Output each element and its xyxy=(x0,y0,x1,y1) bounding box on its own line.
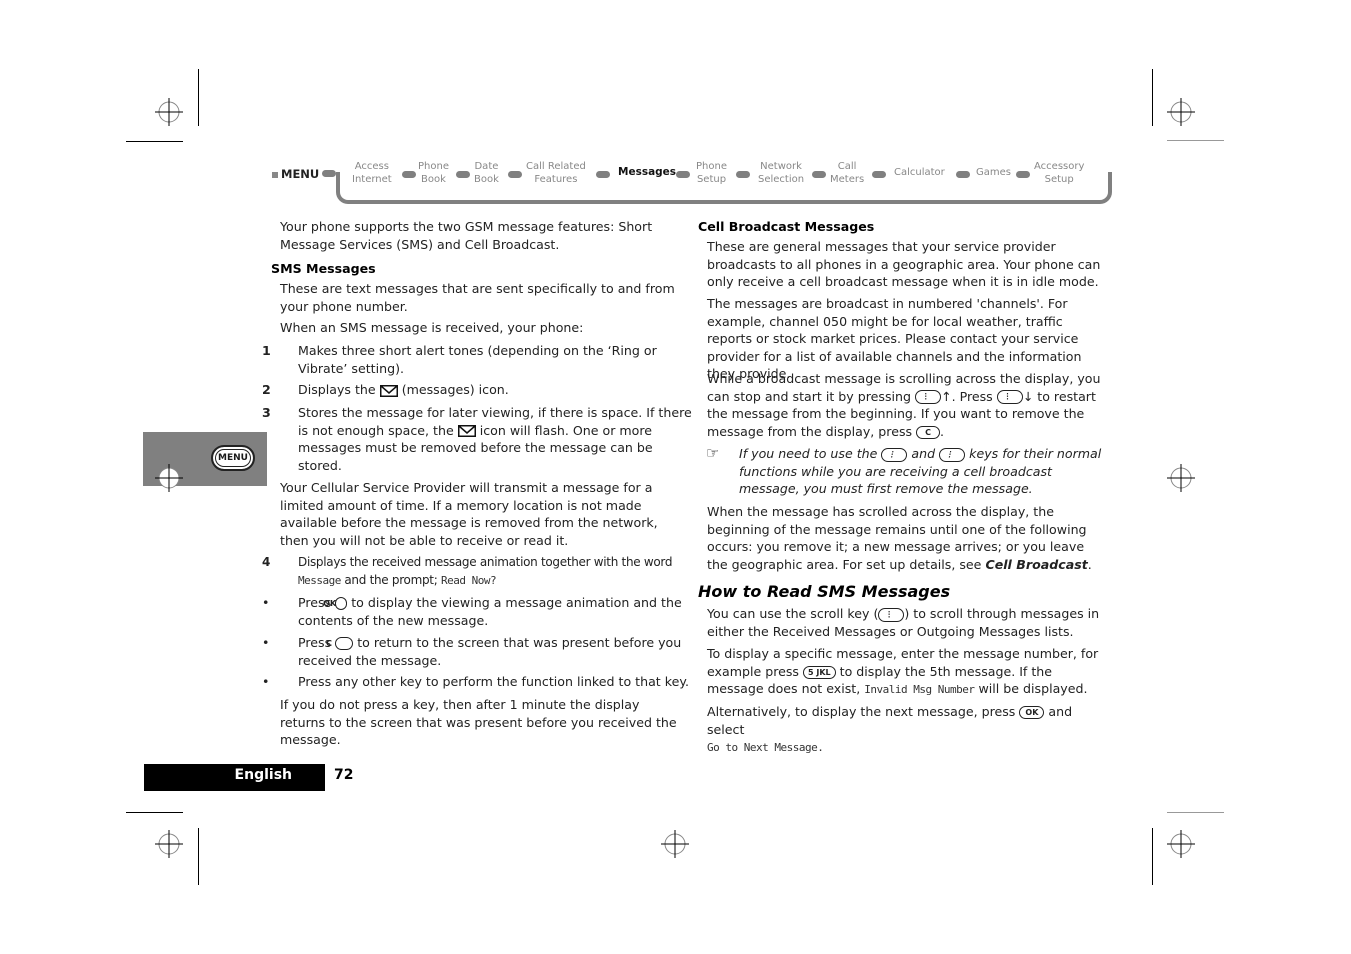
display-text-go-to-next-message: Go to Next Message. xyxy=(707,741,824,755)
bullet-item: • Press any other key to perform the func… xyxy=(262,674,690,689)
scroll-key-icon xyxy=(996,388,1023,406)
nav-item-call-related-features[interactable]: Call Related Features xyxy=(524,160,588,186)
nav-item-calculator[interactable]: Calculator xyxy=(892,166,947,179)
nav-connector xyxy=(402,171,416,178)
nav-connector xyxy=(1016,171,1030,178)
registration-mark-icon xyxy=(1167,464,1195,492)
nav-item-phone-book[interactable]: Phone Book xyxy=(416,160,451,186)
crop-mark xyxy=(126,141,183,142)
note-paragraph: If you need to use the and keys for thei… xyxy=(739,445,1109,498)
nav-connector xyxy=(676,171,690,178)
step-1: 1 Makes three short alert tones (dependin… xyxy=(262,343,657,376)
nav-connector xyxy=(736,171,750,178)
footer-language-bar: English xyxy=(144,764,325,791)
envelope-icon xyxy=(457,425,476,438)
nav-item-call-meters[interactable]: Call Meters xyxy=(828,160,867,186)
nav-item-games[interactable]: Games xyxy=(974,166,1013,179)
scrolling-paragraph: While a broadcast message is scrolling a… xyxy=(707,370,1107,440)
crop-mark xyxy=(1167,140,1224,141)
step-3: 3 Stores the message for later viewing, i… xyxy=(262,405,692,473)
nav-connector xyxy=(596,171,610,178)
scroll-key-icon xyxy=(939,446,966,463)
crop-mark xyxy=(1152,69,1153,126)
scrolled-paragraph: When the message has scrolled across the… xyxy=(707,504,1092,572)
timeout-paragraph: If you do not press a key, then after 1 … xyxy=(280,697,677,748)
envelope-icon xyxy=(379,384,398,397)
cell-broadcast-link[interactable]: Cell Broadcast xyxy=(985,557,1087,572)
5-key-icon: 5 JKL xyxy=(803,665,836,679)
intro-paragraph: Your phone supports the two GSM message … xyxy=(280,219,653,252)
footer-language: English xyxy=(234,767,292,783)
crop-mark xyxy=(126,812,183,813)
nav-item-messages[interactable]: Messages xyxy=(616,166,679,179)
sms-heading: SMS Messages xyxy=(271,261,376,276)
display-text-invalid-msg-number: Invalid Msg Number xyxy=(864,683,975,697)
how-to-read-heading: How to Read SMS Messages xyxy=(698,582,951,601)
ok-key-icon: OK xyxy=(323,597,348,610)
display-text-read-now: Read Now? xyxy=(440,573,497,587)
page-number: 72 xyxy=(334,767,354,783)
provider-paragraph: Your Cellular Service Provider will tran… xyxy=(280,480,658,548)
step-2: 2 Displays the (messages) icon. xyxy=(262,382,509,397)
cell-broadcast-heading: Cell Broadcast Messages xyxy=(698,219,875,234)
scroll-key-icon xyxy=(881,446,908,463)
nav-item-network-selection[interactable]: Network Selection xyxy=(756,160,807,186)
step-4: 4 Displays the received message animation… xyxy=(262,555,673,587)
ok-key-icon: OK xyxy=(1019,706,1045,719)
nav-item-access-internet[interactable]: Access Internet xyxy=(350,160,394,186)
crop-mark xyxy=(198,69,199,126)
registration-mark-icon xyxy=(155,830,183,858)
bullet-item: • Press C to return to the screen that wa… xyxy=(262,635,682,668)
nav-connector xyxy=(322,170,336,177)
nav-connector xyxy=(956,171,970,178)
scroll-key-icon xyxy=(915,388,942,406)
scroll-key-icon xyxy=(878,606,905,623)
scroll-key-paragraph: You can use the scroll key () to scroll … xyxy=(707,605,1107,640)
display-text-message: Message xyxy=(298,573,341,587)
menu-key-icon: MENU xyxy=(211,445,255,471)
registration-mark-icon xyxy=(661,830,689,858)
nav-item-date-book[interactable]: Date Book xyxy=(472,160,501,186)
menu-navigation-bar: MENU Access Internet Phone Book Date Book C… xyxy=(270,158,1112,208)
next-message-paragraph: Alternatively, to display the next messa… xyxy=(707,704,1073,755)
nav-connector xyxy=(872,171,886,178)
nav-item-phone-setup[interactable]: Phone Setup xyxy=(694,160,729,186)
nav-connector xyxy=(456,171,470,178)
sms-received-paragraph: When an SMS message is received, your ph… xyxy=(280,320,584,335)
menu-label: MENU xyxy=(272,167,319,181)
registration-mark-icon xyxy=(155,464,183,492)
c-key-icon: C xyxy=(916,425,940,439)
specific-message-paragraph: To display a specific message, enter the… xyxy=(707,646,1099,697)
sms-paragraph: These are text messages that are sent sp… xyxy=(280,281,675,314)
registration-mark-icon xyxy=(1167,830,1195,858)
note-pointing-hand-icon: ☞ xyxy=(706,444,720,462)
crop-mark xyxy=(1152,828,1153,885)
registration-mark-icon xyxy=(155,98,183,126)
c-key-icon: C xyxy=(326,637,354,650)
nav-connector xyxy=(812,171,826,178)
nav-connector xyxy=(508,171,522,178)
nav-item-accessory-setup[interactable]: Accessory Setup xyxy=(1032,160,1087,186)
cell-broadcast-paragraph: These are general messages that your ser… xyxy=(707,239,1101,290)
registration-mark-icon xyxy=(1167,98,1195,126)
bullet-item: • Press OK to display the viewing a messa… xyxy=(262,595,682,628)
crop-mark xyxy=(198,828,199,885)
crop-mark xyxy=(1167,812,1224,813)
